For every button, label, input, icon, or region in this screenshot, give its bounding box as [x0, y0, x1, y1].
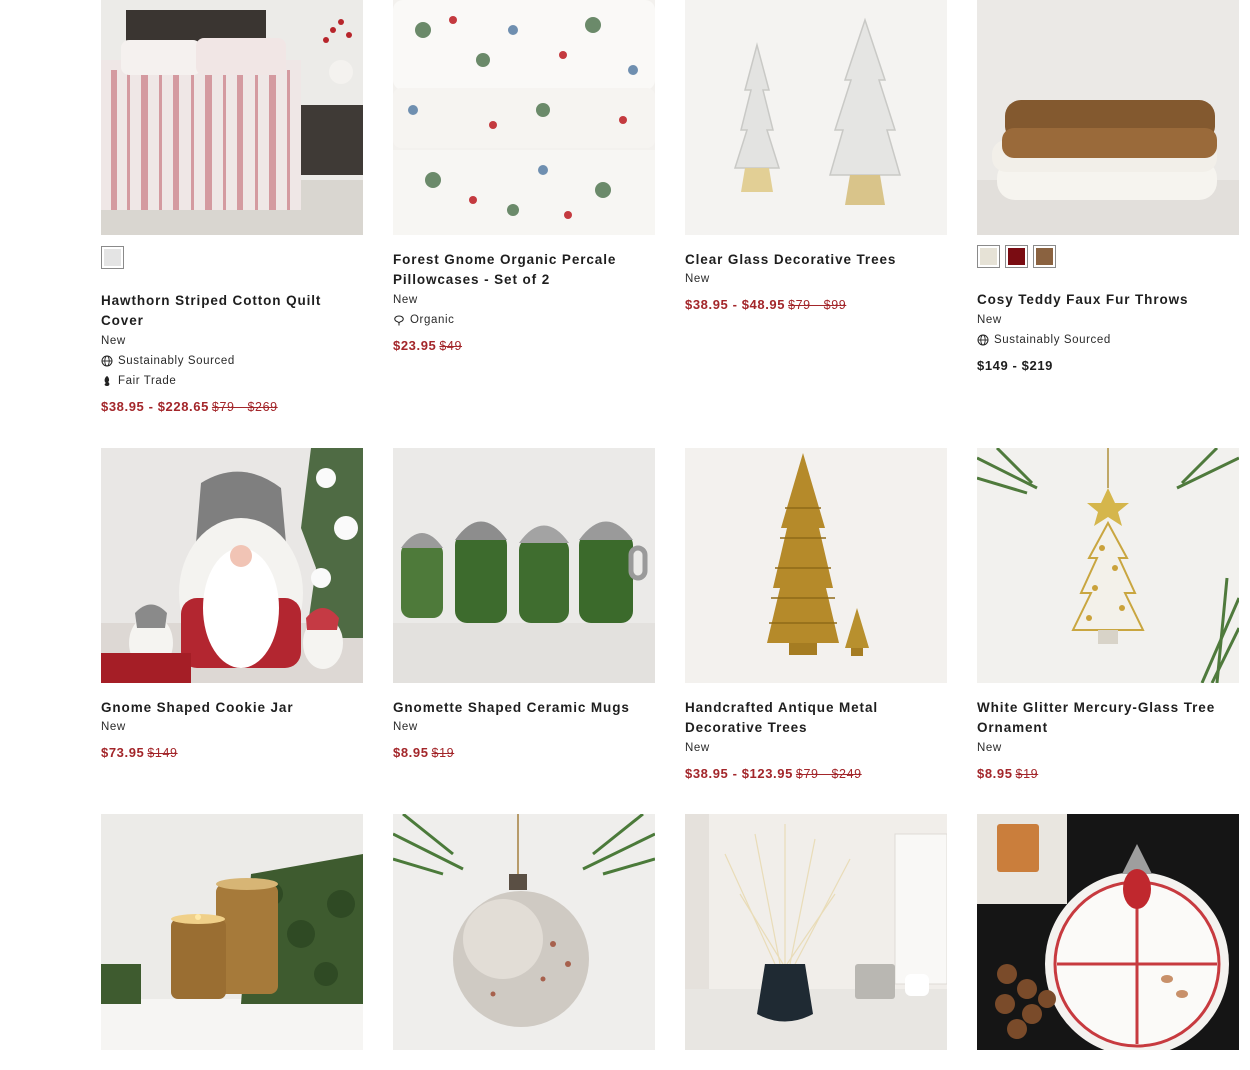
price: $38.95 - $123.95 $79 - $249: [685, 766, 862, 781]
product-image[interactable]: [393, 814, 655, 1050]
product-card[interactable]: Gnomette Shaped Ceramic Mugs New $8.95 $1…: [393, 448, 655, 788]
fair-trade-icon: [104, 376, 110, 386]
color-swatch-burgundy[interactable]: [1005, 245, 1028, 268]
product-title[interactable]: Gnomette Shaped Ceramic Mugs: [393, 698, 655, 718]
product-title[interactable]: Gnome Shaped Cookie Jar: [101, 698, 363, 718]
product-title[interactable]: White Glitter Mercury-Glass Tree Ornamen…: [977, 698, 1239, 738]
price-range: $149 - $219: [977, 358, 1053, 373]
product-card[interactable]: [393, 814, 655, 1070]
product-card[interactable]: [685, 814, 947, 1070]
regular-price: $79 - $269: [211, 400, 278, 414]
product-image[interactable]: [977, 448, 1239, 683]
new-badge: New: [393, 721, 418, 733]
price: $8.95 $19: [393, 745, 454, 760]
globe-icon: [977, 334, 989, 346]
new-badge: New: [685, 273, 710, 285]
regular-price: $19: [431, 746, 455, 760]
price: $8.95 $19: [977, 766, 1038, 781]
product-title[interactable]: Forest Gnome Organic Percale Pillowcases…: [393, 250, 655, 290]
product-card[interactable]: Gnome Shaped Cookie Jar New $73.95 $149: [101, 448, 363, 788]
product-image[interactable]: [393, 448, 655, 683]
regular-price: $19: [1015, 767, 1039, 781]
product-card[interactable]: White Glitter Mercury-Glass Tree Ornamen…: [977, 448, 1239, 788]
product-image[interactable]: [101, 448, 363, 683]
product-image[interactable]: [393, 0, 655, 235]
new-badge: New: [393, 294, 418, 306]
product-image[interactable]: [977, 0, 1239, 235]
product-card[interactable]: [101, 814, 363, 1070]
product-title[interactable]: Cosy Teddy Faux Fur Throws: [977, 290, 1239, 310]
regular-price: $49: [439, 339, 463, 353]
product-title[interactable]: Hawthorn Striped Cotton Quilt Cover: [101, 291, 363, 331]
product-card[interactable]: Forest Gnome Organic Percale Pillowcases…: [393, 0, 655, 430]
product-image[interactable]: [685, 814, 947, 1050]
sale-price: $38.95 - $228.65: [101, 399, 209, 414]
product-title[interactable]: Clear Glass Decorative Trees: [685, 250, 947, 270]
new-badge: New: [685, 742, 710, 754]
price: $149 - $219: [977, 358, 1053, 373]
price: $73.95 $149: [101, 745, 178, 760]
color-swatches: [977, 245, 1056, 268]
sale-price: $23.95: [393, 338, 437, 353]
sustainably-sourced-label: Sustainably Sourced: [101, 355, 235, 367]
regular-price: $79 - $249: [795, 767, 862, 781]
regular-price: $149: [147, 746, 178, 760]
color-swatch-ivory[interactable]: [977, 245, 1000, 268]
sustainably-sourced-label: Sustainably Sourced: [977, 334, 1111, 346]
product-image[interactable]: [977, 814, 1239, 1050]
product-card[interactable]: Hawthorn Striped Cotton Quilt Cover New …: [101, 0, 363, 430]
product-card[interactable]: Clear Glass Decorative Trees New $38.95 …: [685, 0, 947, 430]
sale-price: $73.95: [101, 745, 145, 760]
product-card[interactable]: [977, 814, 1239, 1070]
sale-price: $8.95: [977, 766, 1013, 781]
new-badge: New: [101, 335, 126, 347]
organic-cotton-icon: [394, 315, 404, 326]
color-swatches: [101, 246, 124, 269]
organic-label: Organic: [393, 314, 454, 326]
price: $23.95 $49: [393, 338, 462, 353]
price: $38.95 - $228.65 $79 - $269: [101, 399, 278, 414]
sale-price: $8.95: [393, 745, 429, 760]
regular-price: $79 - $99: [788, 298, 847, 312]
product-image[interactable]: [101, 814, 363, 1050]
new-badge: New: [977, 742, 1002, 754]
product-image[interactable]: [685, 448, 947, 683]
product-card[interactable]: Cosy Teddy Faux Fur Throws New Sustainab…: [977, 0, 1239, 430]
globe-icon: [101, 355, 113, 367]
product-card[interactable]: Handcrafted Antique Metal Decorative Tre…: [685, 448, 947, 788]
color-swatch-white[interactable]: [101, 246, 124, 269]
new-badge: New: [977, 314, 1002, 326]
product-title[interactable]: Handcrafted Antique Metal Decorative Tre…: [685, 698, 947, 738]
sale-price: $38.95 - $123.95: [685, 766, 793, 781]
fair-trade-label: Fair Trade: [101, 375, 176, 387]
price: $38.95 - $48.95 $79 - $99: [685, 297, 846, 312]
sale-price: $38.95 - $48.95: [685, 297, 786, 312]
product-image[interactable]: [101, 0, 363, 235]
product-image[interactable]: [685, 0, 947, 235]
new-badge: New: [101, 721, 126, 733]
color-swatch-brown[interactable]: [1033, 245, 1056, 268]
